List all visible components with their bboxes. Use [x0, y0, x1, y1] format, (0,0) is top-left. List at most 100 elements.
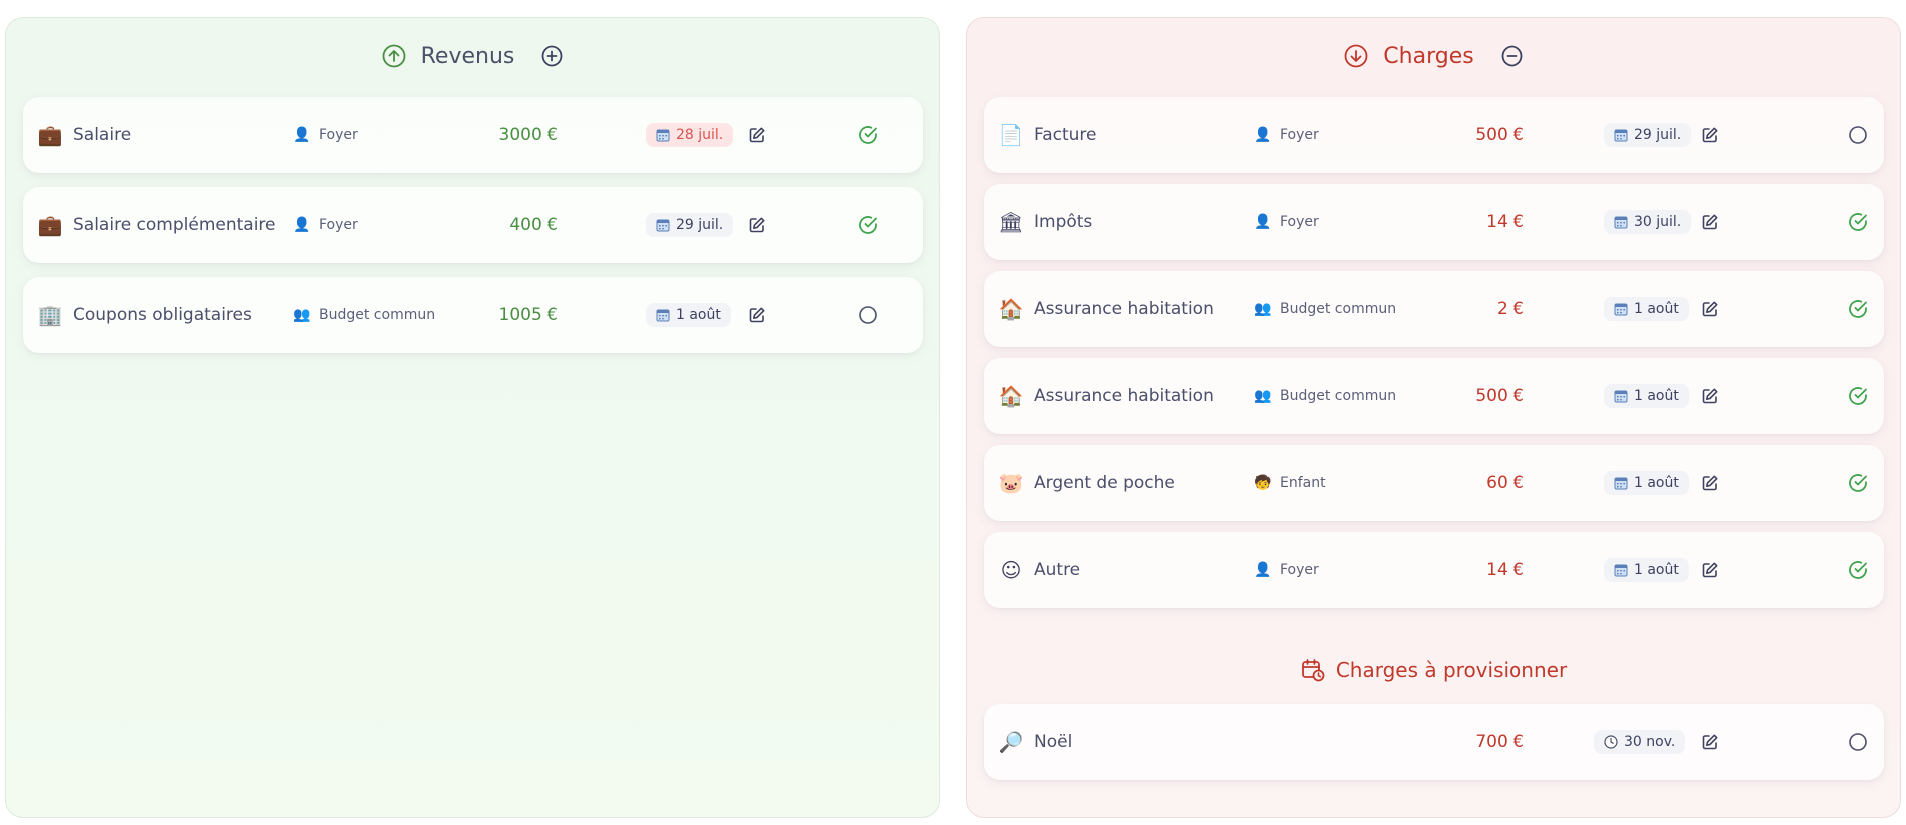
- edit-icon[interactable]: [1698, 704, 1722, 780]
- edit-icon[interactable]: [745, 97, 769, 173]
- item-name: Impôts: [1034, 212, 1093, 232]
- date-text: 1 août: [1634, 388, 1679, 404]
- list-item: 🏠 Assurance habitation 👥 Budget commun 500 €…: [984, 358, 1884, 434]
- house-icon: 🏠: [998, 384, 1024, 408]
- add-income-button[interactable]: [540, 44, 564, 68]
- date-text: 1 août: [1634, 475, 1679, 491]
- check-circle-icon[interactable]: [1846, 532, 1870, 608]
- check-circle-icon[interactable]: [1846, 184, 1870, 260]
- list-item: ☺ Autre 👤 Foyer 14 € 1 août: [984, 532, 1884, 608]
- date-pill: 1 août: [646, 303, 731, 327]
- magnifier-icon: 🔎: [998, 730, 1024, 754]
- edit-icon[interactable]: [1698, 271, 1722, 347]
- calendar-icon: [1614, 302, 1628, 316]
- calendar-icon: [1614, 215, 1628, 229]
- date-text: 1 août: [1634, 301, 1679, 317]
- people-icon: 👥: [1254, 388, 1272, 404]
- item-name: Assurance habitation: [1034, 299, 1214, 319]
- amount: 400 €: [509, 215, 558, 235]
- clock-icon: [1604, 735, 1618, 749]
- owner-name: Budget commun: [1280, 301, 1397, 317]
- amount: 500 €: [1475, 125, 1524, 145]
- edit-icon[interactable]: [1698, 358, 1722, 434]
- list-item: 🔎 Noël 700 € 30 nov.: [984, 704, 1884, 780]
- owner-label: 👤 Foyer: [1254, 532, 1319, 608]
- amount: 1005 €: [498, 305, 558, 325]
- edit-icon[interactable]: [745, 187, 769, 263]
- list-item: 📄 Facture 👤 Foyer 500 € 29 juil.: [984, 97, 1884, 173]
- amount: 60 €: [1486, 473, 1524, 493]
- due-date: 29 juil.: [646, 187, 734, 263]
- expense-title: Charges: [1383, 43, 1474, 69]
- owner-label: 👥 Budget commun: [293, 277, 435, 353]
- amount: 500 €: [1475, 386, 1524, 406]
- calendar-clock-icon: [1300, 657, 1326, 683]
- item-name: Salaire: [73, 125, 132, 145]
- check-circle-icon[interactable]: [1846, 271, 1870, 347]
- owner-label: 👤 Foyer: [1254, 97, 1319, 173]
- person-icon: 👤: [1254, 214, 1272, 230]
- empty-circle-icon[interactable]: [856, 277, 880, 353]
- list-item: 💼 Salaire complémentaire 👤 Foyer 400 € 29 jui…: [23, 187, 923, 263]
- edit-icon[interactable]: [1698, 184, 1722, 260]
- edit-icon[interactable]: [1698, 532, 1722, 608]
- item-name: Coupons obligataires: [73, 305, 252, 325]
- check-circle-icon[interactable]: [1846, 358, 1870, 434]
- owner-name: Foyer: [319, 217, 358, 233]
- provisions-title: Charges à provisionner: [1335, 658, 1568, 682]
- expense-panel: Charges 📄 Facture 👤 Foyer 500 € 29 juil. 🏛 Impô…: [966, 17, 1901, 818]
- child-icon: 🧒: [1254, 475, 1272, 491]
- briefcase-icon: 💼: [37, 123, 63, 147]
- calendar-icon: [656, 128, 670, 142]
- empty-circle-icon[interactable]: [1846, 704, 1870, 780]
- person-icon: 👤: [1254, 562, 1272, 578]
- date-text: 1 août: [676, 307, 721, 323]
- edit-icon[interactable]: [745, 277, 769, 353]
- owner-label: 🧒 Enfant: [1254, 445, 1326, 521]
- due-date: 1 août: [1604, 532, 1689, 608]
- house-icon: 🏠: [998, 297, 1024, 321]
- date-pill: 1 août: [1604, 558, 1689, 582]
- check-circle-icon[interactable]: [856, 187, 880, 263]
- owner-name: Foyer: [319, 127, 358, 143]
- people-icon: 👥: [1254, 301, 1272, 317]
- list-item: 🏛 Impôts 👤 Foyer 14 € 30 juil.: [984, 184, 1884, 260]
- amount: 700 €: [1475, 732, 1524, 752]
- check-circle-icon[interactable]: [856, 97, 880, 173]
- date-pill: 30 juil.: [1604, 210, 1692, 234]
- date-pill: 1 août: [1604, 297, 1689, 321]
- due-date: 30 juil.: [1604, 184, 1692, 260]
- piggy-bank-icon: 🐷: [998, 471, 1024, 495]
- amount: 14 €: [1486, 212, 1524, 232]
- calendar-icon: [1614, 389, 1628, 403]
- owner-label: 👤 Foyer: [293, 187, 358, 263]
- edit-icon[interactable]: [1698, 97, 1722, 173]
- due-date: 29 juil.: [1604, 97, 1692, 173]
- calendar-icon: [1614, 128, 1628, 142]
- date-text: 29 juil.: [1634, 127, 1682, 143]
- empty-circle-icon[interactable]: [1846, 97, 1870, 173]
- item-name: Noël: [1034, 732, 1073, 752]
- edit-icon[interactable]: [1698, 445, 1722, 521]
- due-date: 1 août: [1604, 445, 1689, 521]
- item-name: Salaire complémentaire: [73, 215, 276, 235]
- list-item: 🏠 Assurance habitation 👥 Budget commun 2 € 1 …: [984, 271, 1884, 347]
- due-date: 1 août: [1604, 271, 1689, 347]
- people-icon: 👥: [293, 307, 311, 323]
- list-item: 💼 Salaire 👤 Foyer 3000 € 28 juil.: [23, 97, 923, 173]
- list-item: 🐷 Argent de poche 🧒 Enfant 60 € 1 août: [984, 445, 1884, 521]
- date-text: 30 juil.: [1634, 214, 1682, 230]
- date-pill: 30 nov.: [1594, 730, 1686, 754]
- check-circle-icon[interactable]: [1846, 445, 1870, 521]
- date-pill: 29 juil.: [646, 213, 734, 237]
- owner-name: Foyer: [1280, 214, 1319, 230]
- owner-name: Budget commun: [319, 307, 436, 323]
- add-expense-button[interactable]: [1500, 44, 1524, 68]
- amount: 14 €: [1486, 560, 1524, 580]
- owner-name: Enfant: [1280, 475, 1326, 491]
- calendar-icon: [1614, 476, 1628, 490]
- date-pill: 1 août: [1604, 384, 1689, 408]
- date-text: 29 juil.: [676, 217, 724, 233]
- calendar-icon: [656, 218, 670, 232]
- date-pill: 29 juil.: [1604, 123, 1692, 147]
